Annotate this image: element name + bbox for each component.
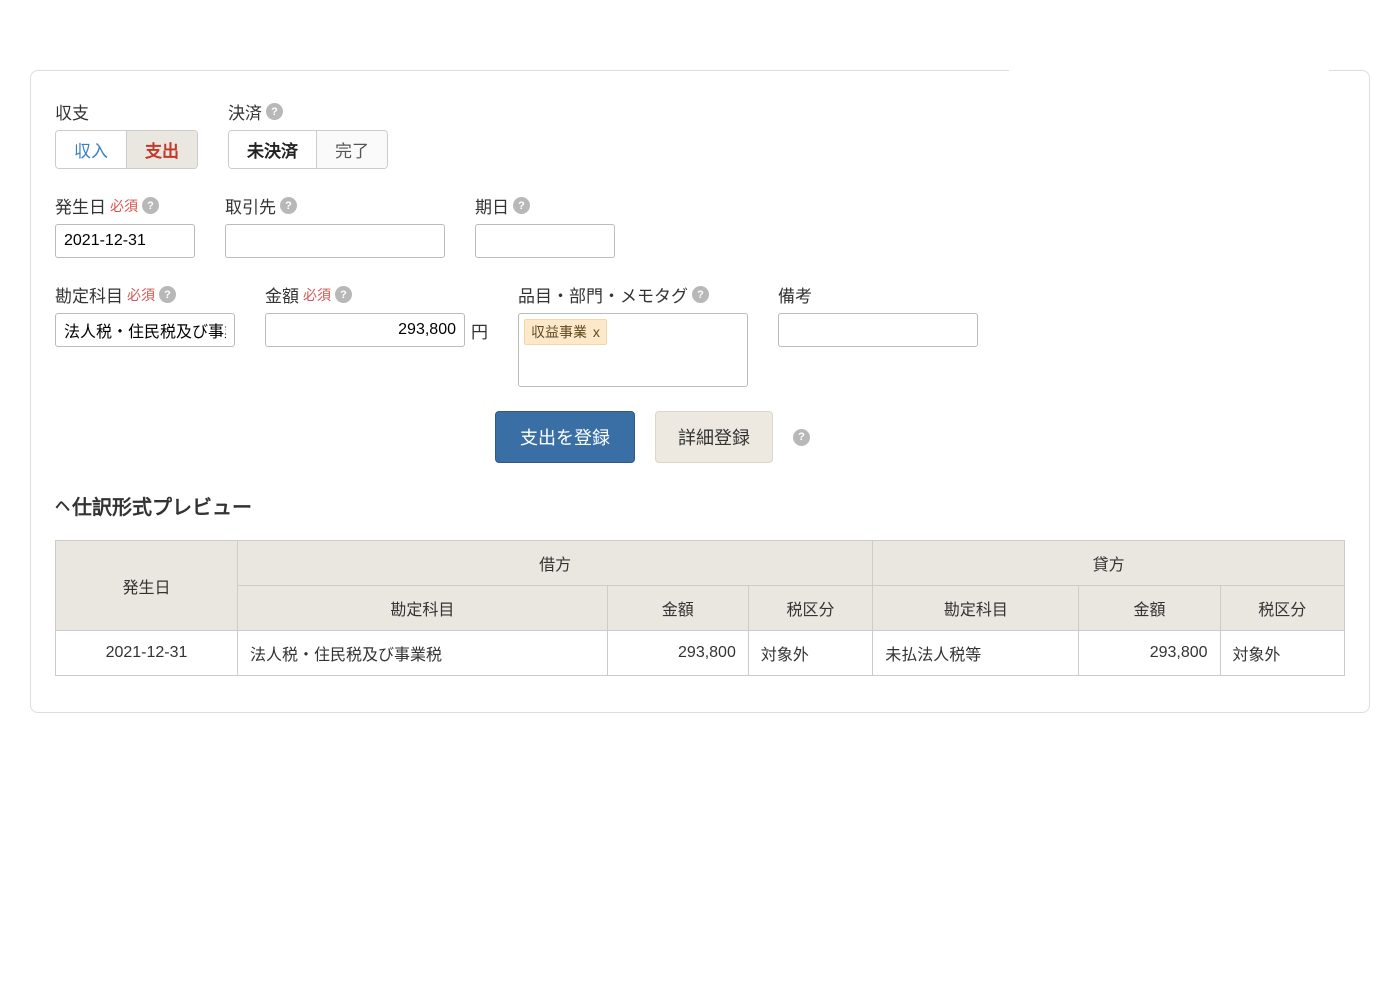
remarks-label: 備考: [778, 282, 978, 307]
partner-label-text: 取引先: [225, 193, 276, 218]
chevron-up-icon: ヘ: [55, 495, 70, 516]
required-badge: 必須: [303, 285, 331, 305]
account-input[interactable]: [55, 313, 235, 347]
help-icon[interactable]: ?: [266, 103, 283, 120]
th-debit-account: 勘定科目: [238, 586, 608, 631]
th-debit: 借方: [238, 541, 873, 586]
occur-date-field: 発生日 必須 ?: [55, 193, 195, 258]
actions-row: 支出を登録 詳細登録 ?: [495, 411, 1345, 463]
yen-suffix: 円: [471, 318, 488, 343]
settlement-pending-button[interactable]: 未決済: [229, 131, 317, 168]
tags-field: 品目・部門・メモタグ ? 収益事業 x: [518, 282, 748, 387]
tag-remove-icon[interactable]: x: [593, 324, 600, 340]
income-expense-field: 収支 収入 支出: [55, 99, 198, 169]
date-partner-row: 発生日 必須 ? 取引先 ? 期日 ?: [55, 193, 1345, 258]
tag-chip-label: 収益事業: [531, 324, 587, 340]
settlement-complete-button[interactable]: 完了: [317, 131, 387, 168]
settlement-label: 決済 ?: [228, 99, 388, 124]
remarks-label-text: 備考: [778, 282, 812, 307]
partner-field: 取引先 ?: [225, 193, 445, 258]
settlement-toggle: 未決済 完了: [228, 130, 388, 169]
occur-date-label-text: 発生日: [55, 193, 106, 218]
amount-field: 金額 必須 ? 円: [265, 282, 488, 347]
help-icon[interactable]: ?: [280, 197, 297, 214]
th-debit-tax: 税区分: [748, 586, 872, 631]
partner-input[interactable]: [225, 224, 445, 258]
th-credit: 貸方: [873, 541, 1345, 586]
tags-label-text: 品目・部門・メモタグ: [518, 282, 688, 307]
help-icon[interactable]: ?: [335, 286, 352, 303]
income-button[interactable]: 収入: [56, 131, 127, 168]
table-row: 2021-12-31 法人税・住民税及び事業税 293,800 対象外 未払法人…: [56, 631, 1345, 676]
settlement-field: 決済 ? 未決済 完了: [228, 99, 388, 169]
account-label: 勘定科目 必須 ?: [55, 282, 235, 307]
help-icon[interactable]: ?: [142, 197, 159, 214]
cell-debit-tax: 対象外: [748, 631, 872, 676]
journal-preview-title: 仕訳形式プレビュー: [72, 491, 252, 520]
register-expense-button[interactable]: 支出を登録: [495, 411, 635, 463]
transaction-form-panel: 収支 収入 支出 決済 ? 未決済 完了 発生日 必須 ?: [30, 70, 1370, 713]
tag-chip[interactable]: 収益事業 x: [524, 319, 607, 345]
remarks-input[interactable]: [778, 313, 978, 347]
income-expense-label-text: 収支: [55, 99, 89, 124]
cell-credit-tax: 対象外: [1220, 631, 1344, 676]
help-icon[interactable]: ?: [793, 429, 810, 446]
income-expense-toggle: 収入 支出: [55, 130, 198, 169]
required-badge: 必須: [110, 196, 138, 216]
detail-register-button[interactable]: 詳細登録: [655, 411, 773, 463]
remarks-field: 備考: [778, 282, 978, 347]
occur-date-label: 発生日 必須 ?: [55, 193, 195, 218]
cell-debit-account: 法人税・住民税及び事業税: [238, 631, 608, 676]
cell-debit-amount: 293,800: [607, 631, 748, 676]
amount-wrap: 円: [265, 313, 488, 347]
due-date-label: 期日 ?: [475, 193, 615, 218]
due-date-input[interactable]: [475, 224, 615, 258]
account-field: 勘定科目 必須 ?: [55, 282, 235, 347]
cell-credit-account: 未払法人税等: [873, 631, 1079, 676]
cell-date: 2021-12-31: [56, 631, 238, 676]
th-credit-amount: 金額: [1079, 586, 1220, 631]
account-label-text: 勘定科目: [55, 282, 123, 307]
amount-label: 金額 必須 ?: [265, 282, 488, 307]
due-date-label-text: 期日: [475, 193, 509, 218]
tags-label: 品目・部門・メモタグ ?: [518, 282, 748, 307]
partner-label: 取引先 ?: [225, 193, 445, 218]
cell-credit-amount: 293,800: [1079, 631, 1220, 676]
due-date-field: 期日 ?: [475, 193, 615, 258]
required-badge: 必須: [127, 285, 155, 305]
th-date: 発生日: [56, 541, 238, 631]
settlement-label-text: 決済: [228, 99, 262, 124]
journal-preview-toggle[interactable]: ヘ 仕訳形式プレビュー: [55, 491, 1345, 520]
help-icon[interactable]: ?: [159, 286, 176, 303]
amount-label-text: 金額: [265, 282, 299, 307]
journal-preview-table: 発生日 借方 貸方 勘定科目 金額 税区分 勘定科目 金額 税区分 2021-1…: [55, 540, 1345, 676]
th-credit-account: 勘定科目: [873, 586, 1079, 631]
expense-button[interactable]: 支出: [127, 131, 197, 168]
tags-input[interactable]: 収益事業 x: [518, 313, 748, 387]
help-icon[interactable]: ?: [513, 197, 530, 214]
toggle-row: 収支 収入 支出 決済 ? 未決済 完了: [55, 99, 1345, 169]
occur-date-input[interactable]: [55, 224, 195, 258]
help-icon[interactable]: ?: [692, 286, 709, 303]
th-credit-tax: 税区分: [1220, 586, 1344, 631]
th-debit-amount: 金額: [607, 586, 748, 631]
income-expense-label: 収支: [55, 99, 198, 124]
amount-input[interactable]: [265, 313, 465, 347]
details-row: 勘定科目 必須 ? 金額 必須 ? 円 品目・部門・メモタグ ?: [55, 282, 1345, 387]
